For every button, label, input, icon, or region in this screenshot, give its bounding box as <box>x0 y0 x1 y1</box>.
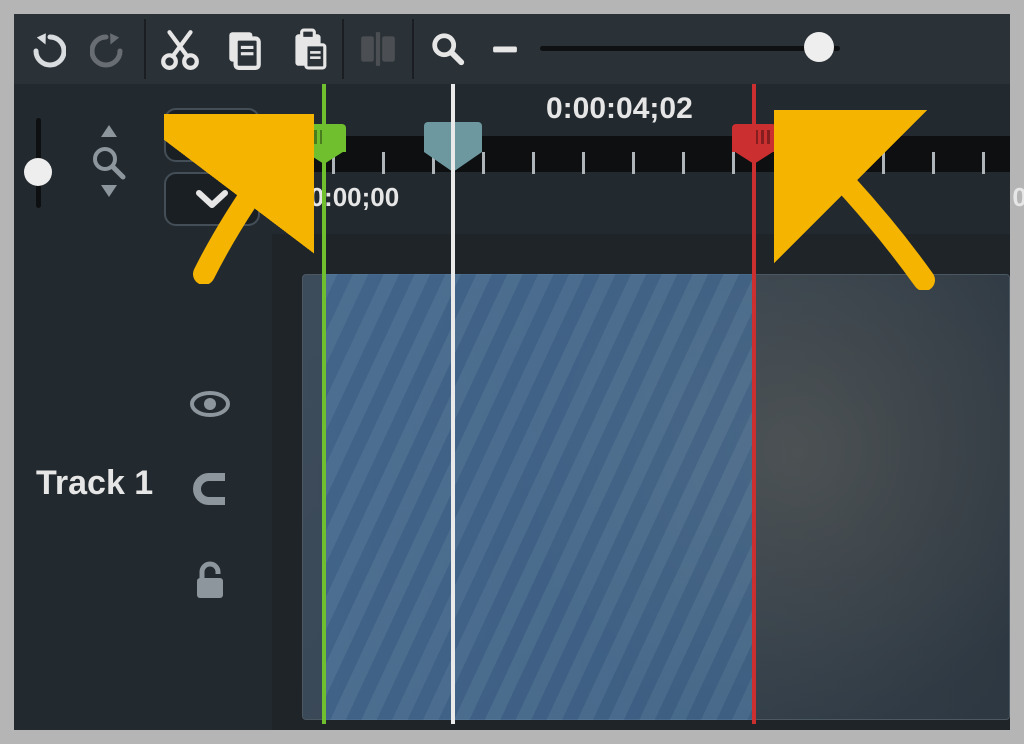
cut-button[interactable] <box>148 19 212 79</box>
search-button[interactable] <box>416 19 480 79</box>
toolbar <box>14 14 1010 84</box>
track-header: Track 1 <box>14 234 272 730</box>
magnet-icon[interactable] <box>190 470 230 508</box>
undo-button[interactable] <box>14 19 78 79</box>
zoom-fit-button[interactable] <box>74 114 144 208</box>
selection-range <box>322 274 752 720</box>
lock-icon[interactable] <box>193 560 227 600</box>
visibility-icon[interactable] <box>190 390 230 418</box>
copy-button[interactable] <box>212 19 276 79</box>
editor-frame: 0:00:04;02 0:00:00;00 0:0 <box>14 14 1010 730</box>
zoom-out-button[interactable] <box>480 19 530 79</box>
annotation-arrow-left <box>164 114 314 284</box>
tracks-area: Track 1 <box>14 234 1010 730</box>
in-marker-line <box>322 84 326 724</box>
redo-button[interactable] <box>78 19 142 79</box>
track-name: Track 1 <box>36 464 153 503</box>
end-timecode-partial: 0:0 <box>1012 182 1024 213</box>
current-timecode: 0:00:04;02 <box>546 92 693 126</box>
split-button[interactable] <box>346 19 410 79</box>
annotation-arrow-right <box>774 110 954 290</box>
track-height-slider[interactable] <box>18 118 58 208</box>
zoom-slider-knob[interactable] <box>804 32 834 62</box>
zoom-slider[interactable] <box>540 42 840 56</box>
track-lane[interactable] <box>272 234 1010 730</box>
paste-button[interactable] <box>276 19 340 79</box>
playhead-line <box>451 84 455 724</box>
out-marker-line <box>752 84 756 724</box>
